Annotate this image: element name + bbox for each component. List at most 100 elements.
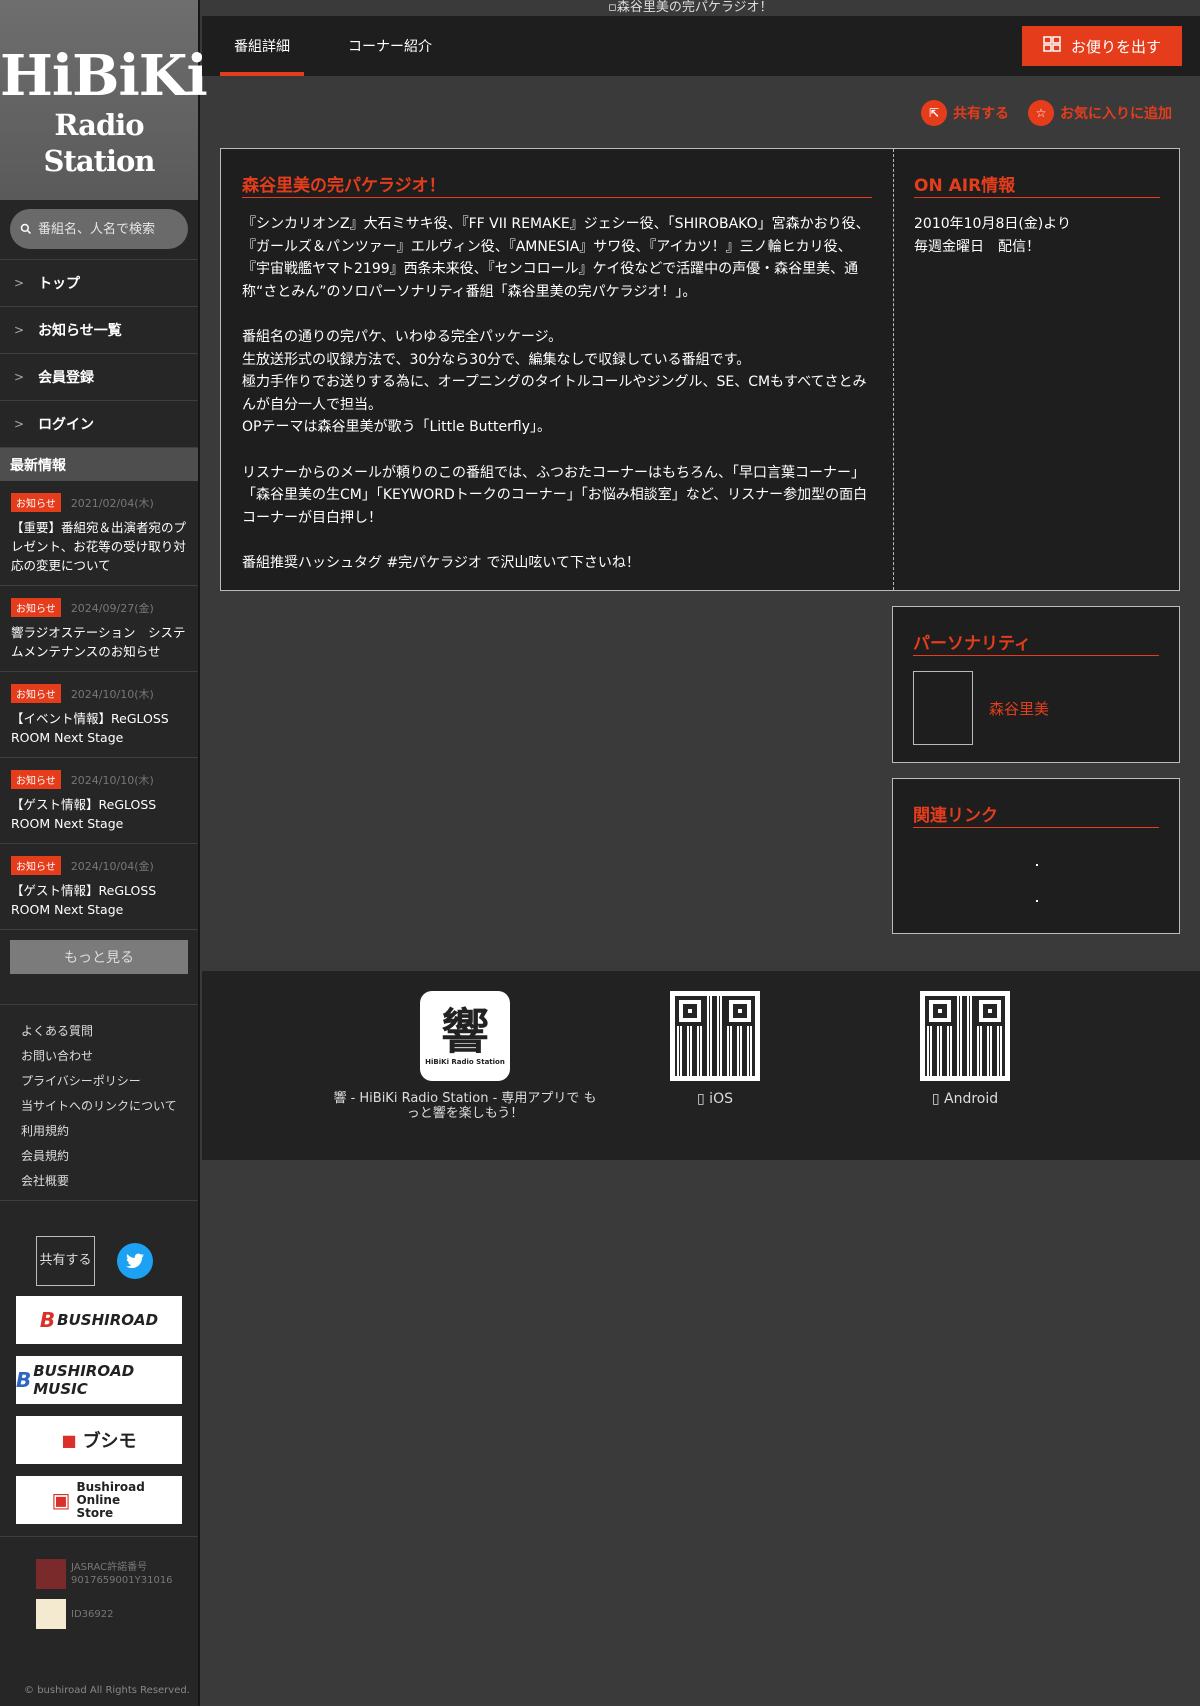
bushiroad-music-b-icon: B: [16, 1368, 32, 1392]
news-badge: お知らせ: [11, 598, 61, 617]
news-text: 【ゲスト情報】ReGLOSS ROOM Next Stage: [11, 797, 157, 831]
program-description-panel: 森谷里美の完パケラジオ！ 『シンカリオンZ』大石ミサキ役、『FF VII REM…: [220, 148, 1180, 591]
news-text: 響ラジオステーション システムメンテナンスのお知らせ: [11, 625, 186, 659]
banner-bushiroad-music[interactable]: B BUSHIROAD MUSIC: [16, 1356, 182, 1404]
tab-program-details[interactable]: 番組詳細: [220, 16, 304, 76]
nav-register[interactable]: > 会員登録: [0, 353, 198, 400]
jasrac-logo-icon: [36, 1559, 66, 1589]
banner-label: BUSHIROAD: [57, 1311, 159, 1329]
app-promo-text: 響 - HiBiKi Radio Station - 専用アプリで もっと響を楽…: [333, 1091, 597, 1121]
news-date: 2024/10/10(木): [70, 687, 154, 701]
share-link[interactable]: ⇱ 共有する: [921, 100, 1009, 126]
news-date: 2024/09/27(金): [70, 601, 154, 615]
license-number: ID36922: [71, 1608, 114, 1620]
news-badge: お知らせ: [11, 493, 61, 512]
news-date: 2024/10/04(金): [70, 859, 154, 873]
letter-icon: [1043, 36, 1061, 56]
program-description: 『シンカリオンZ』大石ミサキ役、『FF VII REMAKE』ジェシー役、「SH…: [242, 216, 870, 571]
onair-title: ON AIR情報: [914, 171, 1160, 198]
app-logo-kanji: 響: [440, 1004, 489, 1060]
chevron-right-icon: >: [14, 323, 25, 337]
app-logo[interactable]: 響 HiBiKi Radio Station: [420, 991, 510, 1081]
personality-photo[interactable]: [913, 671, 973, 745]
nav-label: ログイン: [38, 417, 95, 433]
news-item[interactable]: お知らせ 2024/10/10(木) 【イベント情報】ReGLOSS ROOM N…: [0, 672, 198, 758]
jasrac-number: 9017659001Y31016: [71, 1575, 173, 1586]
broken-image-icon: ▫: [608, 0, 617, 15]
news-item[interactable]: お知らせ 2024/09/27(金) 響ラジオステーション システムメンテナンスの…: [0, 586, 198, 672]
favorite-label: お気に入りに追加: [1060, 106, 1172, 122]
share-button[interactable]: 共有する: [36, 1236, 95, 1286]
news-item[interactable]: お知らせ 2021/02/04(木) 【重要】番組宛＆出演者宛のプレゼント、お花等…: [0, 481, 198, 586]
news-text: 【イベント情報】ReGLOSS ROOM Next Stage: [11, 711, 169, 745]
news-text: 【重要】番組宛＆出演者宛のプレゼント、お花等の受け取り対応の変更について: [11, 520, 187, 573]
nav-label: お知らせ一覧: [38, 323, 122, 339]
chevron-right-icon: >: [14, 370, 25, 384]
nav-label: 会員登録: [38, 370, 95, 386]
related-links-title: 関連リンク: [913, 801, 1159, 828]
search-box: [10, 209, 188, 249]
related-link-item[interactable]: [1036, 900, 1038, 902]
share-label: 共有する: [953, 106, 1009, 122]
android-label[interactable]: ▯ Android: [920, 1091, 1010, 1107]
twitter-icon[interactable]: [117, 1243, 153, 1279]
banner-online-store[interactable]: ▣ Bushiroad Online Store: [16, 1476, 182, 1524]
send-letter-label: お便りを出す: [1070, 37, 1161, 56]
nav-label: トップ: [38, 276, 81, 292]
search-input[interactable]: [38, 221, 188, 237]
nav-news-list[interactable]: > お知らせ一覧: [0, 306, 198, 353]
more-button[interactable]: もっと見る: [10, 940, 188, 974]
logo-line2: Radio Station: [43, 108, 156, 178]
ios-label[interactable]: ▯ iOS: [670, 1091, 760, 1107]
banner-bushiroad[interactable]: B BUSHIROAD: [16, 1296, 182, 1344]
copyright-icon: ©: [24, 1685, 38, 1696]
apple-icon: ▯: [697, 1091, 705, 1107]
footer-link-member-terms[interactable]: 会員規約: [21, 1144, 198, 1169]
news-item[interactable]: お知らせ 2024/10/04(金) 【ゲスト情報】ReGLOSS ROOM Ne…: [0, 844, 198, 930]
news-item[interactable]: お知らせ 2024/10/10(木) 【ゲスト情報】ReGLOSS ROOM Ne…: [0, 758, 198, 844]
personality-name[interactable]: 森谷里美: [989, 698, 1049, 719]
footer-link-company[interactable]: 会社概要: [21, 1169, 198, 1194]
banner-label: ブシモ: [82, 1431, 137, 1452]
share-icon: ⇱: [921, 100, 947, 126]
android-qr-code[interactable]: [920, 991, 1010, 1081]
site-logo[interactable]: HiBiKi Radio Station: [0, 0, 208, 200]
news-badge: お知らせ: [11, 770, 61, 789]
license-logo-icon: [36, 1599, 66, 1629]
jasrac-label: JASRAC許諾番号: [71, 1562, 148, 1573]
news-text: 【ゲスト情報】ReGLOSS ROOM Next Stage: [11, 883, 157, 917]
news-badge: お知らせ: [11, 856, 61, 875]
tab-corner-intro[interactable]: コーナー紹介: [348, 16, 432, 76]
footer-link-linking[interactable]: 当サイトへのリンクについて: [21, 1094, 198, 1119]
chevron-right-icon: >: [14, 417, 25, 431]
related-links-panel: 関連リンク: [892, 778, 1180, 934]
related-link-item[interactable]: [1036, 864, 1038, 866]
footer-link-terms[interactable]: 利用規約: [21, 1119, 198, 1144]
star-icon: ☆: [1028, 100, 1054, 126]
nav-login[interactable]: > ログイン: [0, 400, 198, 447]
news-date: 2024/10/10(木): [70, 773, 154, 787]
favorite-link[interactable]: ☆ お気に入りに追加: [1028, 100, 1172, 126]
bushimo-logo-icon: ■: [61, 1430, 77, 1450]
banner-label: Bushiroad Online Store: [76, 1479, 145, 1520]
nav-top[interactable]: > トップ: [0, 259, 198, 306]
personality-panel: パーソナリティ 森谷里美: [892, 606, 1180, 763]
footer-link-privacy[interactable]: プライバシーポリシー: [21, 1069, 198, 1094]
search-icon[interactable]: [20, 221, 32, 237]
copyright-text: bushiroad All Rights Reserved.: [37, 1685, 190, 1696]
news-badge: お知らせ: [11, 684, 61, 703]
app-logo-sub: HiBiKi Radio Station: [425, 1058, 505, 1066]
send-letter-button[interactable]: お便りを出す: [1022, 26, 1182, 66]
banner-bushimo[interactable]: ■ ブシモ: [16, 1416, 182, 1464]
copyright: © bushiroad All Rights Reserved.: [24, 1685, 190, 1696]
footer-link-faq[interactable]: よくある質問: [21, 1019, 198, 1044]
store-bag-icon: ▣: [51, 1488, 71, 1512]
app-footer: 響 HiBiKi Radio Station 響 - HiBiKi Radio …: [202, 971, 1200, 1160]
footer-link-contact[interactable]: お問い合わせ: [21, 1044, 198, 1069]
bushiroad-b-icon: B: [39, 1308, 56, 1332]
logo-line1: HiBiKi: [0, 43, 208, 109]
ios-qr-code[interactable]: [670, 991, 760, 1081]
banner-alt-text: 森谷里美の完パケラジオ！: [616, 0, 773, 15]
program-banner-image: ▫森谷里美の完パケラジオ！: [608, 0, 773, 16]
share-row: 共有する: [0, 1201, 198, 1296]
